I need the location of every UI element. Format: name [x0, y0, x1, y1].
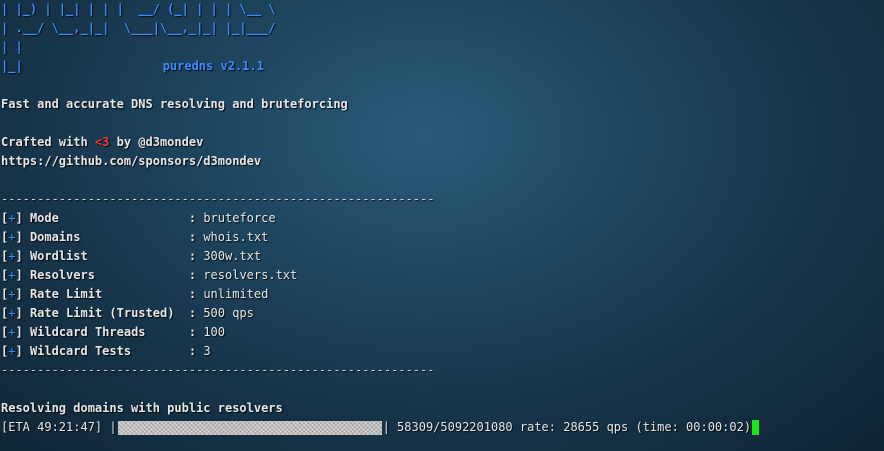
config-value: 300w.txt: [203, 249, 262, 263]
config-row: [+] Rate Limit : unlimited: [1, 285, 884, 304]
banner-line-1: | |_) | |_| | | | __/ (_| | | | \__ \: [1, 2, 276, 16]
config-colon: :: [181, 344, 204, 358]
config-row: [+] Domains : whois.txt: [1, 228, 884, 247]
config-list: [+] Mode : bruteforce [+] Domains : whois…: [1, 209, 884, 361]
config-bracket-close: ]: [15, 230, 23, 244]
config-bracket-close: ]: [15, 344, 23, 358]
credits-prefix: Crafted with: [1, 135, 95, 149]
terminal-cursor: [752, 420, 760, 435]
config-bracket-close: ]: [15, 268, 23, 282]
config-label: Resolvers: [29, 268, 95, 282]
tool-name: puredns: [162, 59, 214, 73]
config-colon: :: [181, 268, 204, 282]
config-colon: :: [181, 230, 204, 244]
config-colon: :: [181, 306, 204, 320]
config-value: whois.txt: [203, 230, 269, 244]
config-value: unlimited: [203, 287, 269, 301]
heart-text: <3: [94, 135, 110, 149]
config-row: [+] Mode : bruteforce: [1, 209, 884, 228]
config-colon: :: [181, 287, 204, 301]
config-row: [+] Wildcard Threads : 100: [1, 323, 884, 342]
config-bracket-close: ]: [15, 211, 23, 225]
config-value: resolvers.txt: [203, 268, 298, 282]
config-label: Rate Limit (Trusted): [29, 306, 175, 320]
progress-bar-end: |: [382, 420, 390, 434]
config-bracket-close: ]: [15, 287, 23, 301]
config-value: 100: [203, 325, 226, 339]
banner-line-3: | |: [1, 40, 23, 54]
config-colon: :: [181, 325, 204, 339]
config-label: Wildcard Tests: [29, 344, 132, 358]
config-bracket-close: ]: [15, 306, 23, 320]
progress-line: [ETA 49:21:47] | | 58309/5092201080 rate:…: [1, 418, 884, 437]
terminal-window[interactable]: | |_) | |_| | | | __/ (_| | | | \__ \ | …: [0, 0, 884, 451]
config-colon: :: [181, 211, 204, 225]
config-row: [+] Wildcard Tests : 3: [1, 342, 884, 361]
credits-line: Crafted with <3 by @d3mondev: [1, 133, 884, 152]
config-label: Rate Limit: [29, 287, 103, 301]
separator-bottom: ----------------------------------------…: [1, 363, 435, 377]
config-row: [+] Wordlist : 300w.txt: [1, 247, 884, 266]
config-value: bruteforce: [203, 211, 276, 225]
config-row: [+] Resolvers : resolvers.txt: [1, 266, 884, 285]
banner-line-2: | .__/ \__,_|_| \___|\__,_|_| |_|___/: [1, 21, 276, 35]
config-label: Domains: [29, 230, 81, 244]
eta-text: [ETA 49:21:47] |: [1, 420, 117, 434]
progress-stats: 58309/5092201080 rate: 28655 qps (time: …: [389, 420, 752, 434]
config-colon: :: [181, 249, 204, 263]
config-row: [+] Rate Limit (Trusted) : 500 qps: [1, 304, 884, 323]
config-bracket-close: ]: [15, 249, 23, 263]
config-label: Wildcard Threads: [29, 325, 146, 339]
banner-line-4-art: |_|: [1, 59, 23, 73]
tool-version: v2.1.1: [220, 59, 264, 73]
progress-bar: [117, 420, 382, 435]
config-bracket-close: ]: [15, 325, 23, 339]
status-line: Resolving domains with public resolvers: [1, 401, 283, 415]
credits-suffix: by @d3mondev: [109, 135, 204, 149]
config-label: Wordlist: [29, 249, 88, 263]
tagline: Fast and accurate DNS resolving and brut…: [1, 97, 348, 111]
banner-line-4: |_| puredns v2.1.1: [1, 57, 884, 76]
separator-top: ----------------------------------------…: [1, 192, 435, 206]
sponsor-url: https://github.com/sponsors/d3mondev: [1, 154, 262, 168]
config-value: 500 qps: [203, 306, 254, 320]
config-value: 3: [203, 344, 211, 358]
config-label: Mode: [29, 211, 59, 225]
